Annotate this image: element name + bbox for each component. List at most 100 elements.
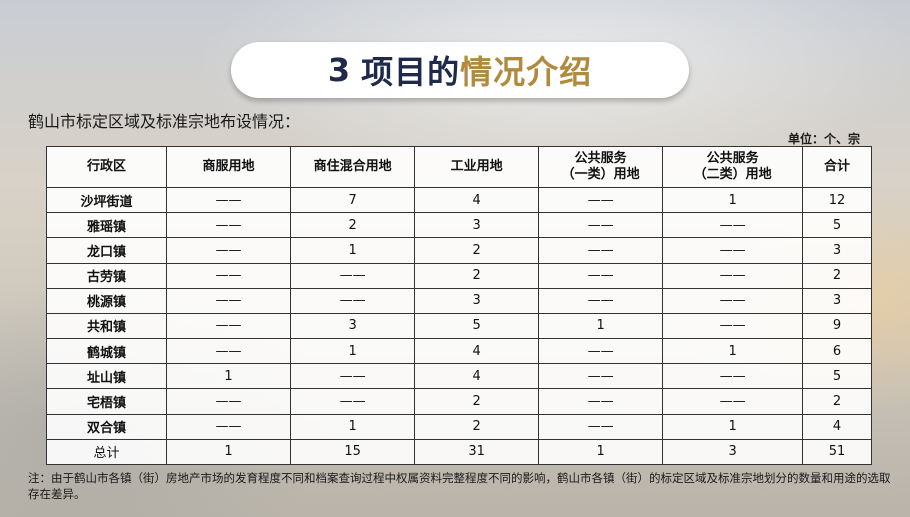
count-cell: 7 — [290, 186, 416, 214]
count-cell: —— — [165, 262, 292, 289]
count-cell: 1 — [290, 338, 416, 365]
table-row: 宅梧镇 —— —— 2 —— —— 2 — [46, 388, 873, 415]
count-cell: 12 — [801, 186, 873, 214]
count-cell: —— — [165, 388, 292, 415]
column-header-line: 商服用地 — [202, 159, 255, 174]
land-distribution-table: 行政区 商服用地 商住混合用地 工业用地 公共服务 （一类）用地 公共服务 （二类）用地 合计 … — [46, 146, 873, 466]
count-cell: 2 — [414, 237, 540, 264]
column-header-line: 行政区 — [86, 159, 126, 174]
region-cell: 鹤城镇 — [46, 338, 167, 365]
table-row: 共和镇 —— 3 5 1 —— 9 — [46, 312, 873, 340]
title-number: 3 — [327, 51, 352, 89]
count-cell: 5 — [414, 312, 540, 340]
count-cell: 3 — [414, 287, 540, 314]
table-row: 龙口镇 —— 1 2 —— —— 3 — [46, 237, 873, 264]
region-cell: 共和镇 — [46, 312, 167, 340]
count-cell: —— — [290, 388, 416, 415]
count-cell: —— — [662, 388, 803, 415]
count-cell: 4 — [414, 363, 540, 390]
count-cell: —— — [290, 262, 416, 289]
column-header-line: 商住混合用地 — [313, 159, 392, 174]
count-cell: —— — [662, 287, 803, 314]
table-row: 总计 1 15 31 1 3 51 — [46, 438, 873, 466]
count-cell: —— — [538, 363, 664, 390]
count-cell: 3 — [801, 237, 873, 264]
count-cell: 4 — [414, 338, 540, 365]
count-cell: —— — [538, 413, 664, 440]
count-cell: 1 — [538, 312, 664, 340]
region-cell: 双合镇 — [46, 413, 167, 440]
column-header: 商服用地 — [165, 146, 292, 188]
count-cell: —— — [662, 237, 803, 264]
count-cell: 5 — [801, 212, 873, 239]
column-header: 合计 — [801, 146, 873, 188]
table-row: 雅瑶镇 —— 2 3 —— —— 5 — [46, 212, 873, 239]
table-body: 沙坪街道 —— 7 4 —— 1 12 雅瑶镇 —— 2 3 —— —— 5 龙口镇 —— 1 2 —— —— 3 古劳镇… — [46, 186, 873, 466]
count-cell: 6 — [801, 338, 873, 365]
count-cell: 1 — [662, 338, 803, 365]
section-subtitle: 鹤山市标定区域及标准宗地布设情况： — [28, 112, 301, 131]
count-cell: —— — [662, 262, 803, 289]
count-cell: 2 — [414, 262, 540, 289]
table-header-row: 行政区 商服用地 商住混合用地 工业用地 公共服务 （一类）用地 公共服务 （二类）用地 合计 — [46, 146, 873, 188]
column-header: 商住混合用地 — [290, 146, 416, 188]
count-cell: —— — [538, 237, 664, 264]
table-row: 址山镇 1 —— 4 —— —— 5 — [46, 363, 873, 390]
count-cell: 51 — [801, 438, 873, 466]
count-cell: 1 — [538, 438, 664, 466]
region-cell: 雅瑶镇 — [46, 212, 167, 239]
count-cell: —— — [165, 413, 292, 440]
count-cell: 1 — [290, 413, 416, 440]
count-cell: 2 — [801, 388, 873, 415]
count-cell: 3 — [290, 312, 416, 340]
count-cell: 1 — [165, 363, 292, 390]
count-cell: —— — [290, 363, 416, 390]
table-row: 古劳镇 —— —— 2 —— —— 2 — [46, 262, 873, 289]
count-cell: —— — [538, 388, 664, 415]
count-cell: —— — [538, 338, 664, 365]
count-cell: 4 — [801, 413, 873, 440]
count-cell: —— — [538, 262, 664, 289]
column-header-line: （二类）用地 — [693, 167, 772, 182]
count-cell: 1 — [662, 413, 803, 440]
count-cell: 3 — [801, 287, 873, 314]
count-cell: —— — [538, 212, 664, 239]
column-header-line: 公共服务 — [574, 151, 627, 166]
count-cell: —— — [662, 363, 803, 390]
region-cell: 总计 — [46, 438, 167, 466]
unit-label: 单位：个、宗 — [787, 132, 860, 146]
count-cell: 5 — [801, 363, 873, 390]
count-cell: —— — [290, 287, 416, 314]
region-cell: 龙口镇 — [46, 237, 167, 264]
region-cell: 沙坪街道 — [46, 186, 167, 214]
count-cell: 15 — [290, 438, 416, 466]
count-cell: —— — [538, 186, 664, 214]
count-cell: 1 — [662, 186, 803, 214]
column-header: 公共服务 （二类）用地 — [662, 146, 803, 188]
count-cell: —— — [165, 237, 292, 264]
region-cell: 址山镇 — [46, 363, 167, 390]
page-title: 3 项目的 情况介绍 — [231, 42, 689, 98]
count-cell: 2 — [414, 413, 540, 440]
column-header: 行政区 — [46, 146, 167, 188]
column-header-line: 合计 — [823, 159, 850, 174]
count-cell: 3 — [414, 212, 540, 239]
count-cell: 2 — [290, 212, 416, 239]
footnote: 注：由于鹤山市各镇（街）房地产市场的发育程度不同和档案查询过程中权属资料完整程度… — [28, 471, 891, 501]
count-cell: —— — [165, 212, 292, 239]
count-cell: —— — [165, 287, 292, 314]
count-cell: —— — [662, 212, 803, 239]
region-cell: 古劳镇 — [46, 262, 167, 289]
region-cell: 桃源镇 — [46, 287, 167, 314]
title-gold-text: 情况介绍 — [460, 53, 593, 91]
count-cell: 31 — [414, 438, 540, 466]
column-header-line: 工业用地 — [450, 159, 503, 174]
table-row: 双合镇 —— 1 2 —— 1 4 — [46, 413, 873, 440]
table-row: 鹤城镇 —— 1 4 —— 1 6 — [46, 338, 873, 365]
count-cell: 1 — [165, 438, 292, 466]
column-header-line: 公共服务 — [706, 151, 759, 166]
column-header-line: （一类）用地 — [561, 167, 640, 182]
count-cell: —— — [165, 338, 292, 365]
count-cell: —— — [538, 287, 664, 314]
count-cell: —— — [165, 186, 292, 214]
